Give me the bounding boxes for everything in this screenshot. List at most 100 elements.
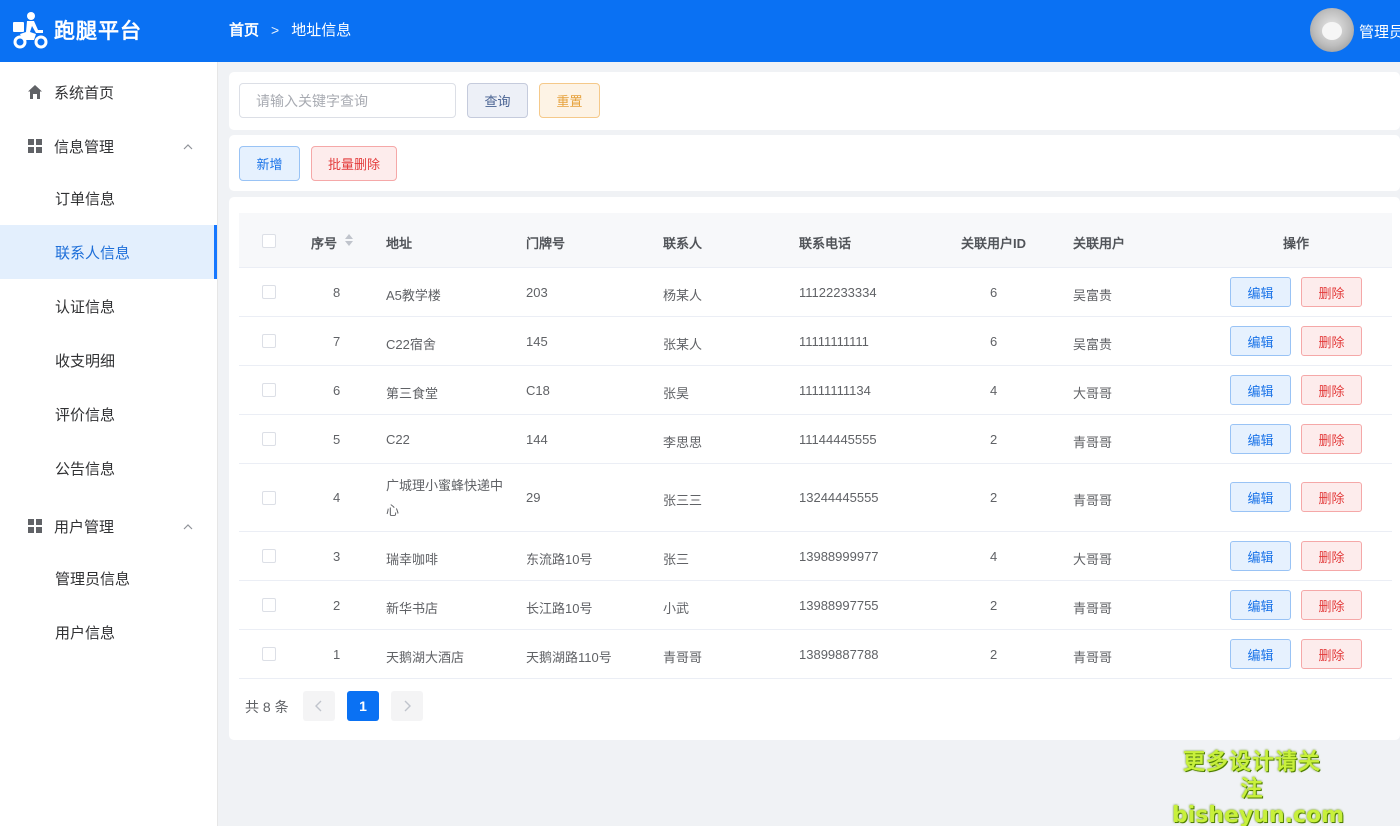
delete-button[interactable]: 删除 bbox=[1301, 424, 1362, 454]
cell-phone: 13899887788 bbox=[799, 647, 879, 662]
chevron-right-icon: > bbox=[271, 21, 280, 38]
chevron-left-icon[interactable] bbox=[303, 691, 335, 721]
edit-button[interactable]: 编辑 bbox=[1230, 424, 1291, 454]
cell-phone: 11111111134 bbox=[799, 383, 871, 398]
delete-button[interactable]: 删除 bbox=[1301, 277, 1362, 307]
delete-button[interactable]: 删除 bbox=[1301, 326, 1362, 356]
cell-user-id: 4 bbox=[990, 383, 998, 398]
delete-button[interactable]: 删除 bbox=[1301, 375, 1362, 405]
cell-contact: 张某人 bbox=[663, 337, 703, 352]
sidebar-item-label: 系统首页 bbox=[54, 84, 115, 102]
sidebar-group-info[interactable]: 信息管理 bbox=[0, 119, 217, 173]
column-header-user: 关联用户 bbox=[1073, 236, 1126, 251]
sidebar-item-transactions[interactable]: 收支明细 bbox=[0, 333, 217, 387]
cell-door: 29 bbox=[526, 490, 541, 505]
column-header-phone: 联系电话 bbox=[799, 236, 852, 251]
chevron-right-icon[interactable] bbox=[391, 691, 423, 721]
delete-button[interactable]: 删除 bbox=[1301, 639, 1362, 669]
reset-button[interactable]: 重置 bbox=[539, 83, 600, 118]
sidebar-item-label: 收支明细 bbox=[55, 352, 116, 370]
row-checkbox[interactable] bbox=[262, 647, 276, 661]
user-name[interactable]: 管理员 bbox=[1359, 21, 1400, 42]
pagination-total: 共 8 条 bbox=[245, 699, 289, 715]
sidebar-item-reviews[interactable]: 评价信息 bbox=[0, 387, 217, 441]
sidebar-item-certification[interactable]: 认证信息 bbox=[0, 279, 217, 333]
watermark: 更多设计请关注 bisheyun.com bbox=[1172, 748, 1345, 826]
chevron-up-icon bbox=[183, 144, 193, 150]
cell-id: 4 bbox=[333, 490, 341, 505]
breadcrumb-current: 地址信息 bbox=[291, 22, 352, 39]
sidebar-item-home[interactable]: 系统首页 bbox=[0, 65, 217, 119]
cell-user-id: 2 bbox=[990, 598, 998, 613]
cell-door: C18 bbox=[526, 383, 550, 398]
pagination-current-page[interactable]: 1 bbox=[347, 691, 379, 721]
home-icon bbox=[28, 85, 42, 99]
chevron-up-icon bbox=[183, 524, 193, 530]
cell-address: A5教学楼 bbox=[386, 288, 441, 303]
cell-address: 瑞幸咖啡 bbox=[386, 552, 439, 567]
cell-id: 2 bbox=[333, 598, 341, 613]
toolbar-panel: 新增 批量删除 bbox=[229, 135, 1400, 191]
cell-id: 3 bbox=[333, 549, 341, 564]
sidebar-item-label: 用户信息 bbox=[55, 624, 116, 642]
row-checkbox[interactable] bbox=[262, 598, 276, 612]
edit-button[interactable]: 编辑 bbox=[1230, 277, 1291, 307]
select-all-checkbox[interactable] bbox=[262, 234, 276, 248]
delete-button[interactable]: 删除 bbox=[1301, 541, 1362, 571]
cell-address: 广城理小蜜蜂快递中心 bbox=[386, 478, 504, 518]
column-header-user-id: 关联用户ID bbox=[961, 236, 1027, 251]
edit-button[interactable]: 编辑 bbox=[1230, 375, 1291, 405]
column-header-id[interactable]: 序号 bbox=[311, 233, 337, 252]
row-checkbox[interactable] bbox=[262, 491, 276, 505]
breadcrumb-home[interactable]: 首页 bbox=[229, 19, 259, 40]
cell-id: 6 bbox=[333, 383, 341, 398]
sidebar-item-label: 认证信息 bbox=[55, 298, 116, 316]
cell-id: 1 bbox=[333, 647, 341, 662]
sort-icon[interactable] bbox=[344, 232, 354, 248]
sidebar-item-contacts[interactable]: 联系人信息 bbox=[0, 225, 217, 279]
row-checkbox[interactable] bbox=[262, 383, 276, 397]
cell-address: 第三食堂 bbox=[386, 386, 439, 401]
avatar[interactable] bbox=[1310, 8, 1354, 52]
logo[interactable]: 跑腿平台 bbox=[10, 10, 142, 50]
cell-address: 天鹅湖大酒店 bbox=[386, 650, 465, 665]
add-button[interactable]: 新增 bbox=[239, 146, 300, 181]
cell-user: 吴富贵 bbox=[1073, 288, 1113, 303]
cell-address: C22 bbox=[386, 432, 410, 447]
batch-delete-button[interactable]: 批量删除 bbox=[311, 146, 397, 181]
watermark-line2: bisheyun.com bbox=[1172, 803, 1345, 826]
cell-phone: 13988997755 bbox=[799, 598, 879, 613]
delete-button[interactable]: 删除 bbox=[1301, 590, 1362, 620]
cell-user: 吴富贵 bbox=[1073, 337, 1113, 352]
row-checkbox[interactable] bbox=[262, 549, 276, 563]
cell-user: 青哥哥 bbox=[1073, 493, 1113, 508]
edit-button[interactable]: 编辑 bbox=[1230, 590, 1291, 620]
sidebar-item-users[interactable]: 用户信息 bbox=[0, 605, 217, 659]
table-panel: 序号 地址 门牌号 联系人 联系电话 关联用户ID 关联用户 操作 8 A5教学… bbox=[229, 197, 1400, 740]
delete-button[interactable]: 删除 bbox=[1301, 482, 1362, 512]
sidebar-item-label: 信息管理 bbox=[54, 138, 115, 156]
search-input[interactable] bbox=[239, 83, 456, 118]
cell-user-id: 2 bbox=[990, 490, 998, 505]
cell-user: 青哥哥 bbox=[1073, 650, 1113, 665]
query-button[interactable]: 查询 bbox=[467, 83, 528, 118]
edit-button[interactable]: 编辑 bbox=[1230, 482, 1291, 512]
row-checkbox[interactable] bbox=[262, 285, 276, 299]
sidebar-item-orders[interactable]: 订单信息 bbox=[0, 171, 217, 225]
cell-contact: 青哥哥 bbox=[663, 650, 703, 665]
row-checkbox[interactable] bbox=[262, 432, 276, 446]
sidebar-item-notices[interactable]: 公告信息 bbox=[0, 441, 217, 495]
sidebar-group-users[interactable]: 用户管理 bbox=[0, 499, 217, 553]
cell-user: 青哥哥 bbox=[1073, 601, 1113, 616]
watermark-line1: 更多设计请关注 bbox=[1182, 749, 1321, 801]
grid-icon bbox=[28, 519, 42, 533]
cat-face-icon bbox=[1322, 22, 1342, 40]
edit-button[interactable]: 编辑 bbox=[1230, 639, 1291, 669]
edit-button[interactable]: 编辑 bbox=[1230, 541, 1291, 571]
edit-button[interactable]: 编辑 bbox=[1230, 326, 1291, 356]
cell-user-id: 2 bbox=[990, 647, 998, 662]
cell-door: 144 bbox=[526, 432, 548, 447]
cell-user: 大哥哥 bbox=[1073, 552, 1113, 567]
row-checkbox[interactable] bbox=[262, 334, 276, 348]
sidebar-item-admins[interactable]: 管理员信息 bbox=[0, 551, 217, 605]
